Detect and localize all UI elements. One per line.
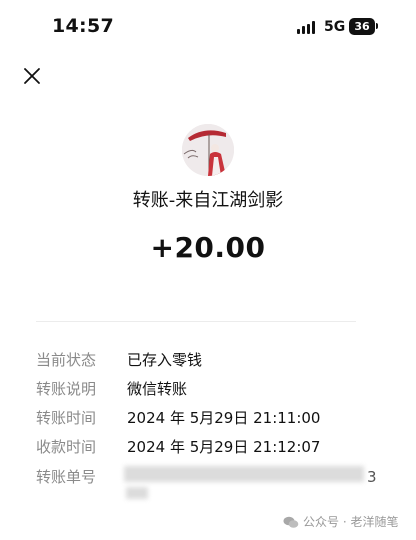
watermark-text: 公众号 · 老洋随笔 — [303, 515, 399, 529]
status-bar: 14:57 5G 36 — [0, 0, 416, 52]
serial-number-redacted — [126, 487, 148, 499]
close-button[interactable] — [20, 64, 44, 88]
detail-value: 已存入零钱 — [127, 351, 203, 369]
wechat-icon — [283, 516, 299, 529]
payer-title: 转账-来自江湖剑影 — [132, 190, 284, 211]
serial-number-tail: 3 — [367, 468, 377, 486]
avatar — [182, 124, 234, 176]
detail-row-transfer-time: 转账时间 2024 年 5月29日 21:11:00 — [36, 407, 396, 431]
detail-row-receive-time: 收款时间 2024 年 5月29日 21:12:07 — [36, 436, 396, 460]
close-icon — [24, 68, 40, 84]
serial-number-redacted — [124, 466, 364, 482]
watermark: 公众号 · 老洋随笔 — [283, 513, 398, 530]
transfer-amount: +20.00 — [150, 231, 266, 264]
detail-label: 收款时间 — [36, 438, 97, 456]
divider — [36, 321, 356, 322]
network-label: 5G — [324, 19, 346, 35]
detail-label: 当前状态 — [36, 351, 97, 369]
detail-label: 转账说明 — [36, 380, 97, 398]
detail-value: 2024 年 5月29日 21:12:07 — [127, 438, 321, 456]
signal-icon — [297, 21, 317, 34]
detail-value: 微信转账 — [127, 380, 188, 398]
battery-icon: 36 — [349, 18, 375, 35]
detail-label: 转账时间 — [36, 409, 97, 427]
detail-row-status: 当前状态 已存入零钱 — [36, 349, 396, 373]
detail-label: 转账单号 — [36, 468, 97, 486]
detail-value: 2024 年 5月29日 21:11:00 — [127, 409, 321, 427]
battery-cap — [376, 23, 378, 29]
status-time: 14:57 — [52, 15, 114, 37]
detail-row-note: 转账说明 微信转账 — [36, 378, 396, 402]
